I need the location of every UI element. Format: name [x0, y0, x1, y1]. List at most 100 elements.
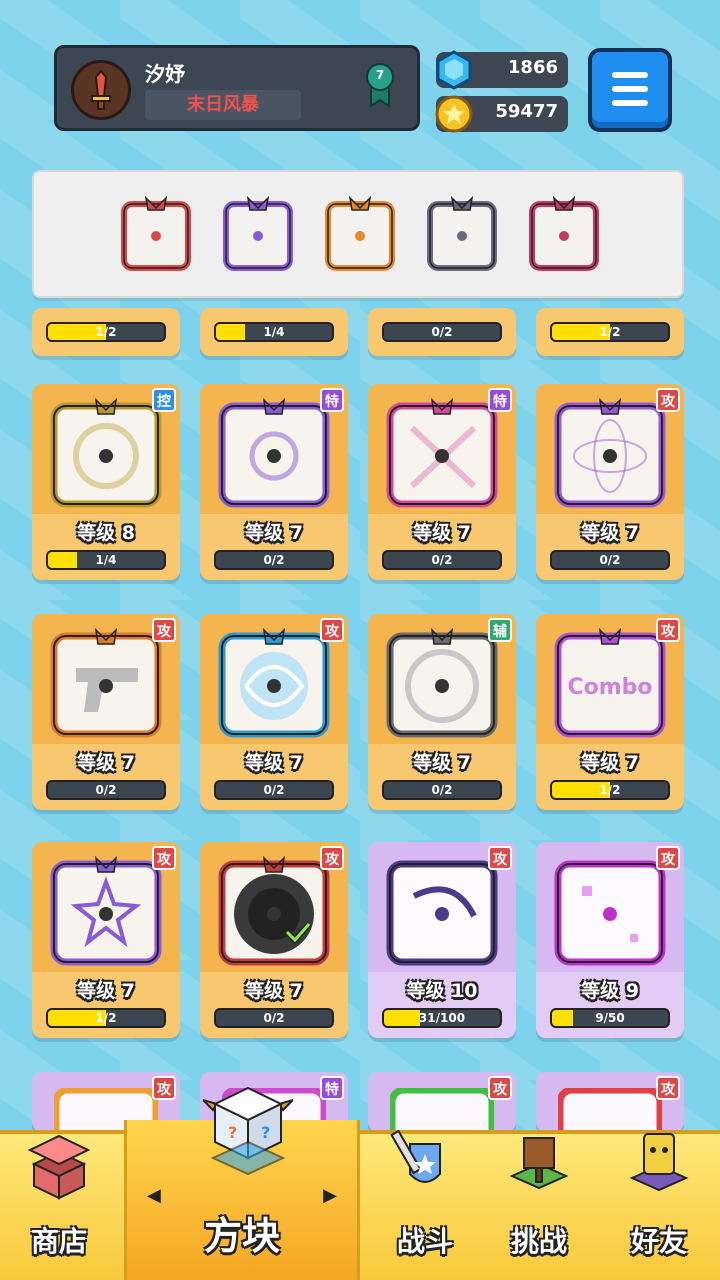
nav-battle-label: 战斗 — [396, 1225, 453, 1258]
progress-bar: 1/4 — [46, 550, 166, 570]
deck-slot-saw-dice[interactable] — [526, 194, 602, 274]
nav-blocks[interactable]: ? ? ◀ ▶ 方块 — [124, 1086, 360, 1280]
dice-card[interactable]: 控 等级 8 1/4 — [32, 384, 180, 580]
deck-slot-vortex-dice[interactable] — [220, 194, 296, 274]
dice-type-badge: 攻 — [488, 846, 512, 870]
nav-left-arrow-icon[interactable]: ◀ — [147, 1185, 161, 1206]
nav-battle[interactable]: 战斗 — [366, 1129, 484, 1280]
dice-card[interactable]: 特 等级 7 0/2 — [200, 384, 348, 580]
dice-level: 等级 7 — [581, 522, 639, 544]
dice-card-partial[interactable]: 1/4 — [200, 308, 348, 356]
dice-card[interactable]: 辅 等级 7 0/2 — [368, 614, 516, 810]
dice-type-badge: 辅 — [488, 618, 512, 642]
gun-icon — [48, 627, 164, 738]
nav-shop[interactable]: 商店 — [0, 1134, 118, 1280]
progress-text: 1/2 — [599, 783, 621, 797]
coin-counter[interactable]: 59477 — [435, 95, 568, 133]
progress-text: 0/2 — [431, 325, 453, 339]
flame-dice-icon — [325, 195, 395, 271]
dice-card-partial[interactable]: 1/2 — [536, 308, 684, 356]
dice-type-badge: 控 — [152, 388, 176, 412]
dice-level: 等级 7 — [245, 980, 303, 1002]
hamburger-line — [612, 86, 648, 92]
dice-type-badge: 特 — [320, 1076, 344, 1100]
black-hole-icon — [216, 855, 332, 966]
signpost-icon — [504, 1124, 574, 1204]
clock-icon — [384, 627, 500, 738]
dice-level: 等级 7 — [581, 752, 639, 774]
progress-text: 1/2 — [95, 325, 117, 339]
nav-blocks-label: 方块 — [203, 1214, 280, 1258]
progress-bar: 0/2 — [214, 780, 334, 800]
star-icon — [48, 855, 164, 966]
nav-challenge[interactable]: 挑战 — [480, 1134, 598, 1280]
sword-avatar-icon — [71, 60, 131, 120]
coin-value: 59477 — [495, 101, 558, 122]
progress-bar: 1/2 — [46, 1008, 166, 1028]
player-profile[interactable]: 汐妤 末日风暴 7 — [54, 45, 420, 131]
dice-level: 等级 7 — [245, 752, 303, 774]
dice-card[interactable]: Combo 攻 等级 7 1/2 — [536, 614, 684, 810]
dice-type-badge: 攻 — [656, 618, 680, 642]
progress-bar: 0/2 — [550, 550, 670, 570]
deck-slot-flame-dice[interactable] — [322, 194, 398, 274]
progress-bar: 0/2 — [382, 780, 502, 800]
nav-friends-label: 好友 — [630, 1225, 687, 1258]
dice-type-badge: 攻 — [320, 618, 344, 642]
dice-type-badge: 攻 — [320, 846, 344, 870]
rank-value: 7 — [375, 68, 385, 82]
combo-icon: Combo — [552, 627, 668, 738]
gem-counter[interactable]: 1866 — [434, 50, 568, 90]
vortex-dice-icon — [223, 195, 293, 271]
rank-ribbon-icon: 7 — [363, 62, 397, 108]
dice-type-badge: 攻 — [656, 846, 680, 870]
dice-type-badge: 攻 — [656, 388, 680, 412]
svg-text:Combo: Combo — [567, 675, 652, 700]
nav-shop-label: 商店 — [30, 1225, 87, 1258]
dice-card[interactable]: 攻 等级 10 31/100 — [368, 842, 516, 1038]
dice-card[interactable]: 攻 等级 7 0/2 — [32, 614, 180, 810]
progress-bar: 0/2 — [214, 550, 334, 570]
equipped-deck — [32, 170, 684, 298]
star-burst-dice-icon — [121, 195, 191, 271]
crescent-icon — [384, 856, 500, 966]
dice-card-partial[interactable]: 1/2 — [32, 308, 180, 356]
dice-level: 等级 9 — [581, 980, 639, 1002]
nav-right-arrow-icon[interactable]: ▶ — [323, 1185, 337, 1206]
progress-bar: 0/2 — [382, 322, 502, 342]
dice-type-badge: 攻 — [152, 618, 176, 642]
dice-type-badge: 攻 — [488, 1076, 512, 1100]
dice-card[interactable]: 特 等级 7 0/2 — [368, 384, 516, 580]
svg-text:?: ? — [228, 1123, 237, 1142]
dice-card[interactable]: 攻 等级 7 1/2 — [32, 842, 180, 1038]
menu-button[interactable] — [588, 48, 672, 132]
progress-text: 0/2 — [599, 553, 621, 567]
progress-text: 0/2 — [263, 1011, 285, 1025]
deck-slot-star-burst-dice[interactable] — [118, 194, 194, 274]
progress-text: 1/4 — [95, 553, 117, 567]
progress-text: 9/50 — [595, 1011, 625, 1025]
bottom-nav: 商店 战斗 挑战 好友 — [0, 1129, 720, 1280]
dice-card-partial[interactable]: 0/2 — [368, 308, 516, 356]
dice-card[interactable]: 攻 — [368, 1072, 516, 1132]
spiral-arrows-icon — [216, 397, 332, 508]
dice-card[interactable]: 攻 — [536, 1072, 684, 1132]
progress-text: 0/2 — [263, 783, 285, 797]
progress-text: 0/2 — [95, 783, 117, 797]
gear-target-icon — [48, 397, 164, 508]
jaws-dice-icon — [427, 195, 497, 271]
nav-friends[interactable]: 好友 — [600, 1133, 718, 1280]
player-name: 汐妤 — [145, 62, 185, 86]
dice-card[interactable]: 攻 等级 7 0/2 — [200, 842, 348, 1038]
progress-text: 1/4 — [263, 325, 285, 339]
deck-slot-jaws-dice[interactable] — [424, 194, 500, 274]
dice-level: 等级 7 — [413, 522, 471, 544]
progress-text: 31/100 — [418, 1011, 466, 1025]
player-title: 末日风暴 — [145, 90, 301, 120]
dice-type-badge: 特 — [320, 388, 344, 412]
gem-icon — [434, 50, 474, 90]
dice-card[interactable]: 攻 等级 7 0/2 — [536, 384, 684, 580]
dice-card[interactable]: 攻 等级 9 9/50 — [536, 842, 684, 1038]
dice-card[interactable]: 攻 等级 7 0/2 — [200, 614, 348, 810]
shop-stall-icon — [24, 1124, 94, 1204]
